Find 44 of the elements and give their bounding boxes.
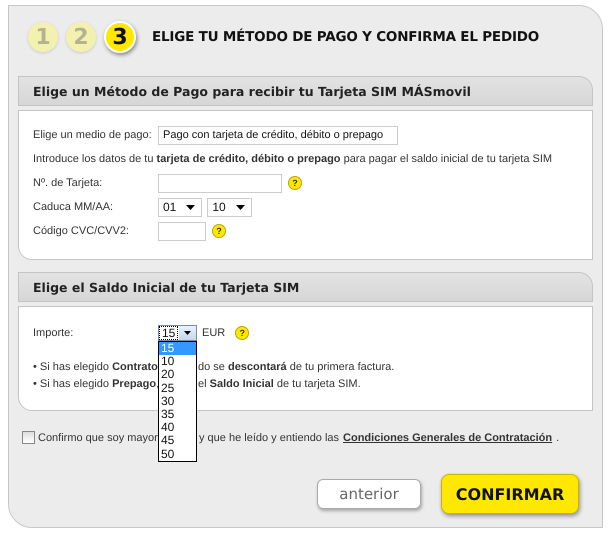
period-text: .: [556, 432, 560, 444]
dropdown-option[interactable]: 25: [159, 382, 196, 395]
card-number-field[interactable]: [158, 174, 282, 192]
section-title: Elige un Método de Pago para recibir tu Tarjeta SIM MÁSmovil: [33, 84, 471, 98]
help-icon[interactable]: ?: [212, 224, 226, 238]
help-icon[interactable]: ?: [288, 176, 302, 190]
step-indicator: 3: [104, 21, 136, 53]
back-button[interactable]: anterior: [317, 479, 421, 509]
note-text: el Saldo Inicial de tu tarjeta SIM.: [198, 377, 361, 392]
field-label: Caduca MM/AA:: [33, 201, 114, 213]
dropdown-option[interactable]: 40: [159, 421, 196, 434]
dropdown-option[interactable]: 10: [159, 355, 196, 368]
confirm-button[interactable]: CONFIRMAR: [441, 474, 579, 514]
field-label: Nº. de Tarjeta:: [33, 177, 104, 189]
step-indicator: 1: [28, 22, 58, 52]
note-text: • Si has elegido Prepago,: [33, 377, 158, 392]
terms-link[interactable]: Condiciones Generales de Contratación: [343, 432, 552, 444]
caret-icon: [186, 204, 196, 210]
instructions-text: Introduce los datos de tu tarjeta de crédito, débito o prepago para pagar el saldo inicial de tu tarjeta SIM: [33, 153, 552, 165]
caret-icon: [236, 204, 245, 210]
section-title: Elige el Saldo Inicial de tu Tarjeta SIM: [33, 280, 300, 294]
page-title: ELIGE TU MÉTODO DE PAGO Y CONFIRMA EL PEDIDO: [152, 29, 540, 45]
agreement-text: Confirmo que soy mayor: [38, 432, 158, 444]
field-label: Importe:: [33, 327, 74, 339]
year-dropdown[interactable]: 10: [207, 198, 252, 216]
caret-icon: [184, 331, 191, 335]
dropdown-option[interactable]: 20: [159, 368, 196, 382]
dropdown-option[interactable]: 50: [159, 448, 196, 461]
month-dropdown[interactable]: 01: [158, 198, 202, 216]
agreement-text: y que he leído y entiendo las: [199, 432, 340, 444]
note-text: do se descontará de tu primera factura.: [198, 360, 394, 375]
currency-label: EUR: [202, 327, 226, 339]
field-label: Código CVC/CVV2:: [33, 225, 130, 237]
note-text: • Si has elegido Contrato: [33, 360, 158, 375]
dropdown-option[interactable]: 30: [159, 394, 196, 408]
cvc-field[interactable]: [158, 222, 206, 240]
payment-method-dropdown[interactable]: Pago con tarjeta de crédito, débito o prepago: [158, 126, 398, 144]
help-icon[interactable]: ?: [235, 326, 250, 340]
field-label: Elige un medio de pago:: [33, 129, 153, 141]
dropdown-option[interactable]: 45: [159, 434, 196, 448]
step-indicator: 2: [66, 22, 96, 52]
checkbox[interactable]: [22, 431, 35, 444]
dropdown-option[interactable]: 35: [159, 408, 196, 422]
amount-dropdown[interactable]: 15: [158, 325, 197, 341]
